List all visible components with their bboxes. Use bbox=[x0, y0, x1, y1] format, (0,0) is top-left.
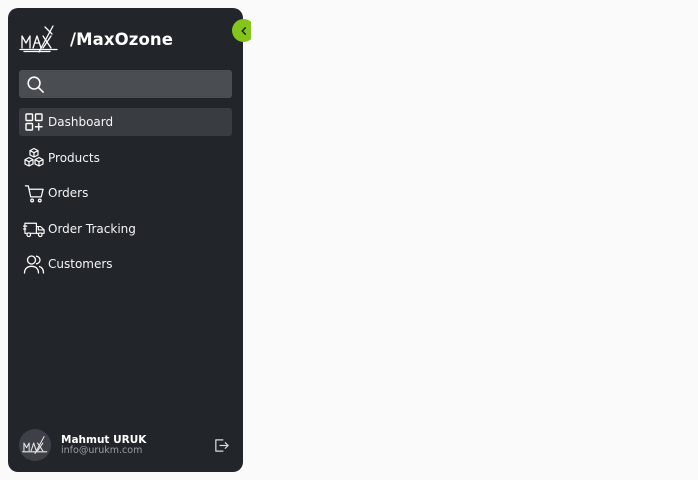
chevron-left-icon bbox=[240, 26, 246, 35]
brand[interactable]: /MaxOzone bbox=[19, 24, 173, 54]
sidebar-item-orders[interactable]: Orders bbox=[19, 179, 232, 207]
main-content bbox=[251, 0, 698, 480]
sidebar-item-label: Orders bbox=[48, 186, 89, 200]
app-page: /MaxOzone Dashboard Products Orders Orde… bbox=[0, 0, 698, 480]
search-icon[interactable] bbox=[21, 70, 49, 98]
sidebar: /MaxOzone Dashboard Products Orders Orde… bbox=[8, 8, 255, 472]
search-input[interactable] bbox=[49, 71, 232, 97]
user-info: Mahmut URUK info@urukm.com bbox=[61, 434, 146, 457]
user-name: Mahmut URUK bbox=[61, 433, 147, 446]
sidebar-item-label: Products bbox=[48, 150, 100, 165]
avatar-logo-icon bbox=[22, 436, 48, 454]
max-logo-icon bbox=[19, 25, 58, 53]
sidebar-item-dashboard[interactable]: Dashboard bbox=[19, 108, 232, 136]
shopping-cart-icon bbox=[22, 181, 46, 205]
sidebar-nav: Dashboard Products Orders Order Tracking… bbox=[19, 108, 232, 286]
sidebar-item-label: Order Tracking bbox=[48, 221, 136, 236]
user-email: info@urukm.com bbox=[61, 444, 143, 456]
search-box bbox=[19, 70, 232, 98]
avatar[interactable] bbox=[19, 429, 51, 461]
brand-name: /MaxOzone bbox=[70, 29, 174, 49]
logout-icon[interactable] bbox=[212, 436, 230, 454]
sidebar-item-order-tracking[interactable]: Order Tracking bbox=[19, 215, 232, 243]
user-profile: Mahmut URUK info@urukm.com bbox=[19, 428, 232, 462]
users-icon bbox=[22, 252, 46, 276]
sidebar-item-label: Dashboard bbox=[48, 115, 114, 129]
sidebar-item-customers[interactable]: Customers bbox=[19, 250, 232, 278]
sidebar-item-products[interactable]: Products bbox=[19, 144, 232, 172]
delivery-truck-icon bbox=[22, 217, 46, 241]
sidebar-item-label: Customers bbox=[48, 257, 113, 271]
dashboard-grid-icon bbox=[22, 110, 46, 134]
boxes-icon bbox=[22, 146, 46, 170]
